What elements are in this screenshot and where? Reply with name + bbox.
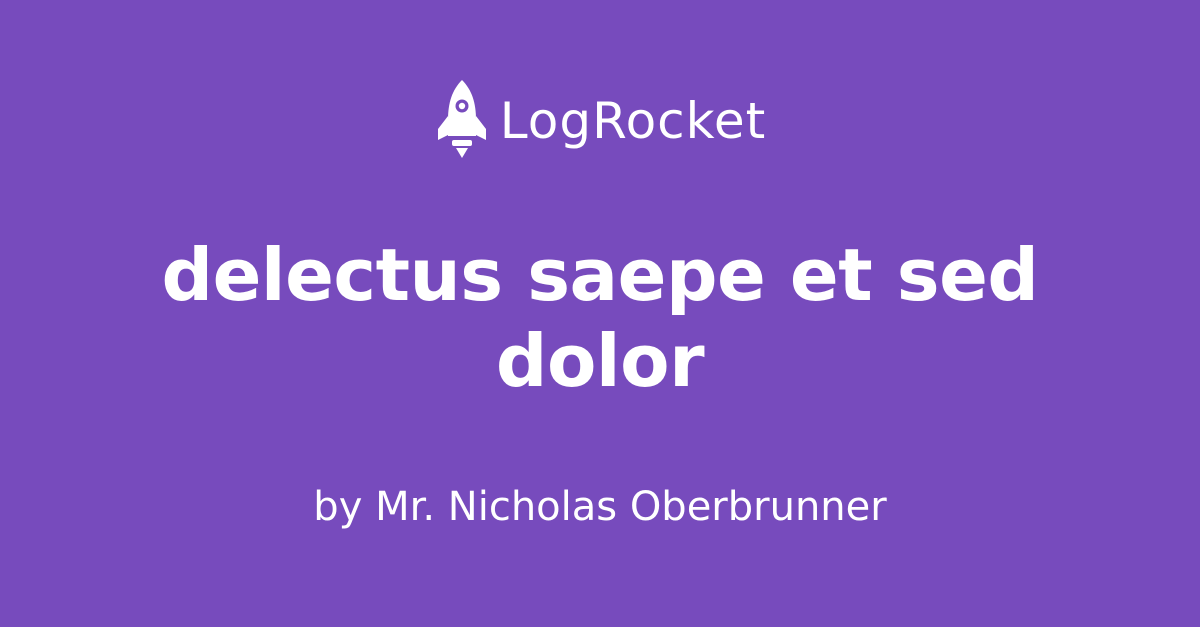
- brand-logo: LogRocket: [0, 78, 1200, 164]
- article-title: delectus saepe et sed dolor: [100, 232, 1100, 404]
- share-card: LogRocket delectus saepe et sed dolor by…: [0, 0, 1200, 627]
- rocket-icon: [434, 78, 490, 164]
- brand-name: LogRocket: [499, 92, 767, 150]
- author-byline: by Mr. Nicholas Oberbrunner: [313, 484, 887, 530]
- article-title-line-1: delectus saepe et sed: [161, 233, 1039, 317]
- article-title-line-2: dolor: [495, 319, 705, 403]
